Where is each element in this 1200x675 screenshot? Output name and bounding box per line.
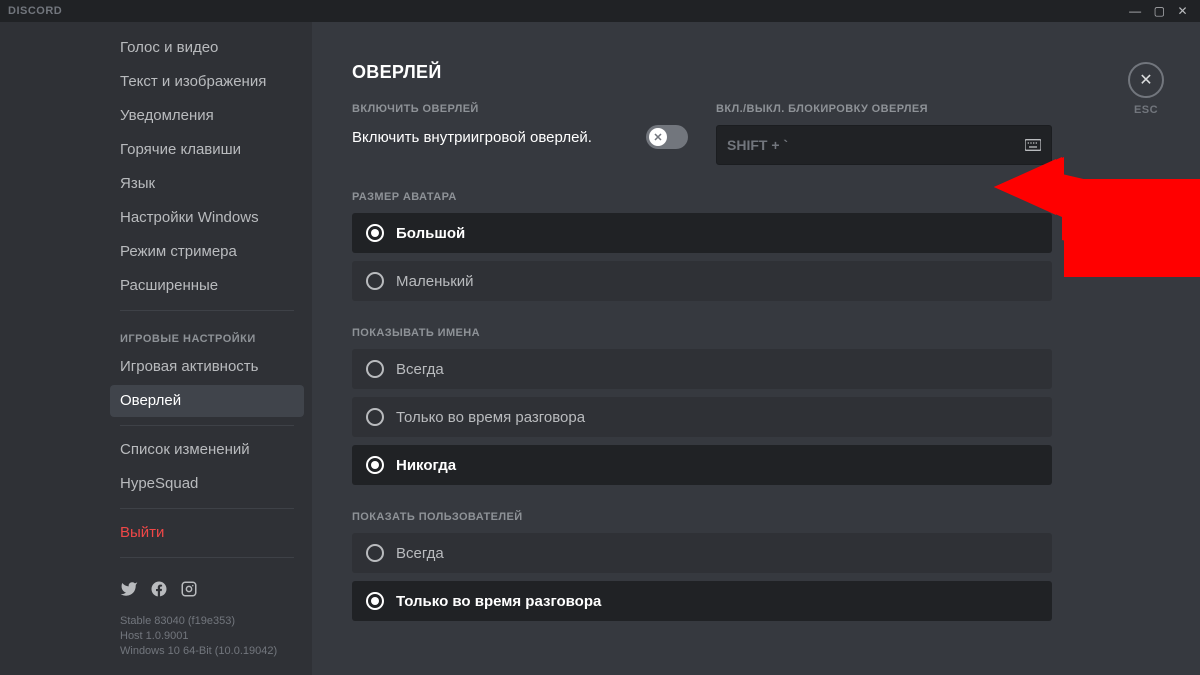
sidebar-item-overlay[interactable]: Оверлей bbox=[110, 385, 304, 417]
sidebar-item-hypesquad[interactable]: HypeSquad bbox=[110, 468, 304, 500]
close-window-button[interactable]: ✕ bbox=[1177, 4, 1188, 18]
close-settings-button[interactable]: ✕ bbox=[1128, 62, 1164, 98]
radio-names-never[interactable]: Никогда bbox=[352, 445, 1052, 485]
enable-overlay-label: ВКЛЮЧИТЬ ОВЕРЛЕЙ bbox=[352, 103, 688, 115]
radio-users-talking[interactable]: Только во время разговора bbox=[352, 581, 1052, 621]
enable-overlay-text: Включить внутриигровой оверлей. bbox=[352, 129, 592, 146]
sidebar-separator bbox=[120, 557, 294, 558]
radio-names-always[interactable]: Всегда bbox=[352, 349, 1052, 389]
sidebar-separator bbox=[120, 310, 294, 311]
radio-label: Только во время разговора bbox=[396, 409, 585, 426]
show-users-label: ПОКАЗАТЬ ПОЛЬЗОВАТЕЛЕЙ bbox=[352, 511, 1052, 523]
radio-label: Всегда bbox=[396, 545, 444, 562]
radio-label: Маленький bbox=[396, 273, 474, 290]
sidebar-separator bbox=[120, 425, 294, 426]
sidebar-item-voice[interactable]: Голос и видео bbox=[110, 32, 304, 64]
radio-icon bbox=[366, 544, 384, 562]
radio-label: Большой bbox=[396, 225, 465, 242]
settings-content: ОВЕРЛЕЙ ВКЛЮЧИТЬ ОВЕРЛЕЙ Включить внутри… bbox=[312, 22, 1200, 675]
radio-icon bbox=[366, 592, 384, 610]
page-title: ОВЕРЛЕЙ bbox=[352, 62, 1052, 83]
radio-avatar-small[interactable]: Маленький bbox=[352, 261, 1052, 301]
radio-icon bbox=[366, 360, 384, 378]
sidebar-item-game-activity[interactable]: Игровая активность bbox=[110, 351, 304, 383]
lock-overlay-keybind[interactable]: SHIFT + ` bbox=[716, 125, 1052, 165]
minimize-button[interactable]: — bbox=[1129, 4, 1142, 18]
enable-overlay-toggle[interactable]: ✕ bbox=[646, 125, 688, 149]
lock-overlay-label: ВКЛ./ВЫКЛ. БЛОКИРОВКУ ОВЕРЛЕЯ bbox=[716, 103, 1052, 115]
sidebar-header-game: ИГРОВЫЕ НАСТРОЙКИ bbox=[110, 319, 304, 351]
keyboard-icon bbox=[1025, 139, 1041, 151]
sidebar-item-notifications[interactable]: Уведомления bbox=[110, 100, 304, 132]
radio-users-always[interactable]: Всегда bbox=[352, 533, 1052, 573]
sidebar-item-streamer[interactable]: Режим стримера bbox=[110, 236, 304, 268]
radio-label: Только во время разговора bbox=[396, 593, 601, 610]
sidebar-item-logout[interactable]: Выйти bbox=[110, 517, 304, 549]
maximize-button[interactable]: ▢ bbox=[1154, 4, 1166, 18]
sidebar-item-language[interactable]: Язык bbox=[110, 168, 304, 200]
radio-icon bbox=[366, 408, 384, 426]
radio-label: Никогда bbox=[396, 457, 456, 474]
toggle-knob: ✕ bbox=[649, 128, 667, 146]
social-icons bbox=[110, 566, 304, 610]
sidebar-item-changelog[interactable]: Список изменений bbox=[110, 434, 304, 466]
app-name: DISCORD bbox=[8, 5, 62, 17]
close-label: ESC bbox=[1134, 104, 1158, 116]
radio-avatar-large[interactable]: Большой bbox=[352, 213, 1052, 253]
facebook-icon[interactable] bbox=[150, 580, 168, 602]
sidebar-separator bbox=[120, 508, 294, 509]
instagram-icon[interactable] bbox=[180, 580, 198, 602]
titlebar: DISCORD — ▢ ✕ bbox=[0, 0, 1200, 22]
window-controls: — ▢ ✕ bbox=[1129, 4, 1188, 18]
radio-label: Всегда bbox=[396, 361, 444, 378]
keybind-value: SHIFT + ` bbox=[727, 137, 788, 153]
sidebar-item-windows[interactable]: Настройки Windows bbox=[110, 202, 304, 234]
avatar-size-label: РАЗМЕР АВАТАРА bbox=[352, 191, 1052, 203]
sidebar-item-hotkeys[interactable]: Горячие клавиши bbox=[110, 134, 304, 166]
radio-icon bbox=[366, 456, 384, 474]
sidebar-item-text[interactable]: Текст и изображения bbox=[110, 66, 304, 98]
close-icon: ✕ bbox=[1139, 70, 1152, 90]
sidebar-item-advanced[interactable]: Расширенные bbox=[110, 270, 304, 302]
twitter-icon[interactable] bbox=[120, 580, 138, 602]
x-icon: ✕ bbox=[653, 131, 662, 144]
radio-icon bbox=[366, 224, 384, 242]
close-settings: ✕ ESC bbox=[1128, 62, 1164, 116]
radio-icon bbox=[366, 272, 384, 290]
version-info: Stable 83040 (f19e353) Host 1.0.9001 Win… bbox=[110, 610, 304, 663]
settings-sidebar: Голос и видео Текст и изображения Уведом… bbox=[0, 22, 312, 675]
show-names-label: ПОКАЗЫВАТЬ ИМЕНА bbox=[352, 327, 1052, 339]
radio-names-talking[interactable]: Только во время разговора bbox=[352, 397, 1052, 437]
